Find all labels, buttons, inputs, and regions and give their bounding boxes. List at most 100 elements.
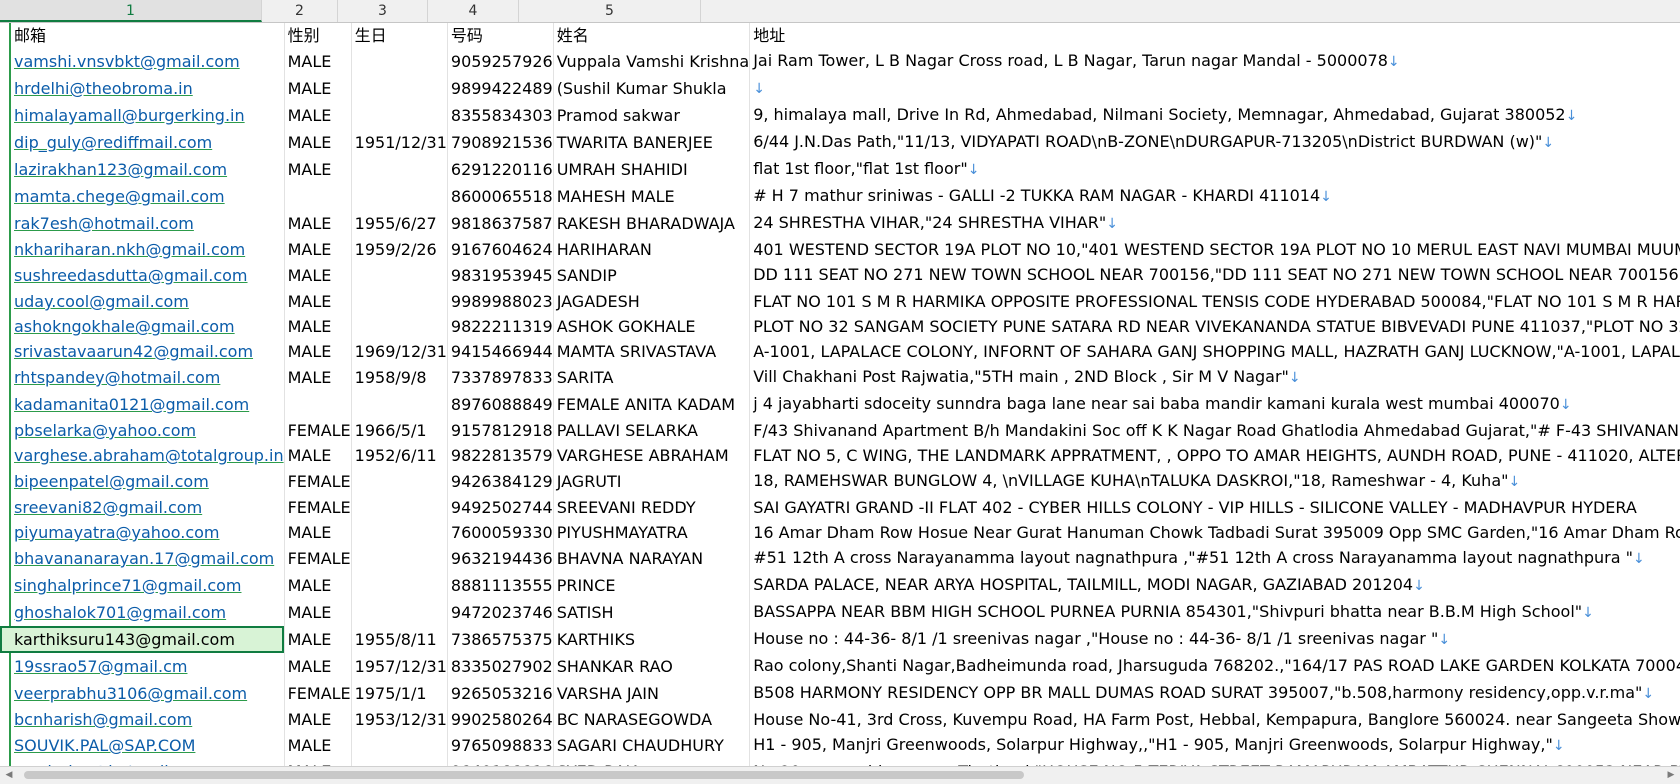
email-cell[interactable]: pbselarka@yahoo.com — [0, 418, 285, 443]
birthday-cell[interactable] — [351, 572, 448, 599]
birthday-cell[interactable]: 1955/8/11 — [351, 626, 448, 653]
email-cell[interactable]: ashokngokhale@gmail.com — [0, 314, 285, 339]
phone-cell[interactable]: 9831953945 — [447, 262, 554, 289]
name-cell[interactable]: UMRAH SHAHIDI — [553, 156, 751, 183]
birthday-cell[interactable] — [351, 289, 448, 314]
address-cell[interactable]: 6/44 J.N.Das Path,"11/13, VIDYAPATI ROAD… — [749, 129, 1680, 156]
phone-cell[interactable]: 9492502744 — [447, 495, 554, 520]
gender-cell[interactable]: MALE — [284, 626, 352, 653]
gender-cell[interactable]: MALE — [284, 759, 352, 766]
email-cell[interactable]: vamshi.vnsvbkt@gmail.com — [0, 48, 285, 75]
email-cell[interactable]: bhavananarayan.17@gmail.com — [0, 545, 285, 572]
gender-cell[interactable]: MALE — [284, 262, 352, 289]
birthday-cell[interactable]: 1966/5/1 — [351, 418, 448, 443]
email-cell[interactable]: syedrajaa@hotmail.com — [0, 759, 285, 766]
phone-cell[interactable]: 9632194436 — [447, 545, 554, 572]
birthday-cell[interactable] — [351, 75, 448, 102]
address-cell[interactable]: 401 WESTEND SECTOR 19A PLOT NO 10,"401 W… — [749, 237, 1680, 262]
birthday-cell[interactable] — [351, 102, 448, 129]
name-cell[interactable]: SYED RAJA — [553, 759, 751, 766]
address-cell[interactable]: F/43 Shivanand Apartment B/h Mandakini S… — [749, 418, 1680, 443]
birthday-cell[interactable] — [351, 759, 448, 766]
phone-cell[interactable]: 9765098833 — [447, 732, 554, 759]
address-cell[interactable]: House No-41, 3rd Cross, Kuvempu Road, HA… — [749, 707, 1680, 732]
name-cell[interactable]: SARITA — [553, 364, 751, 391]
gender-cell[interactable]: FEMALE — [284, 545, 352, 572]
phone-cell[interactable]: 9059257926 — [447, 48, 554, 75]
gender-cell[interactable]: MALE — [284, 732, 352, 759]
phone-cell[interactable]: 6291220116 — [447, 156, 554, 183]
gender-cell[interactable]: MALE — [284, 707, 352, 732]
gender-cell[interactable]: MALE — [284, 520, 352, 545]
column-header-3[interactable]: 3 — [338, 0, 428, 22]
name-cell[interactable]: HARIHARAN — [553, 237, 751, 262]
gender-cell[interactable]: MALE — [284, 572, 352, 599]
email-cell[interactable]: SOUVIK.PAL@SAP.COM — [0, 732, 285, 759]
gender-cell[interactable]: MALE — [284, 237, 352, 262]
horizontal-scrollbar[interactable]: ◀ ▶ — [0, 766, 1680, 784]
email-cell[interactable]: uday.cool@gmail.com — [0, 289, 285, 314]
gender-cell[interactable]: FEMALE — [284, 468, 352, 495]
birthday-cell[interactable] — [351, 468, 448, 495]
gender-cell[interactable]: MALE — [284, 653, 352, 680]
gender-cell[interactable]: MALE — [284, 129, 352, 156]
birthday-cell[interactable]: 1969/12/31 — [351, 339, 448, 364]
name-cell[interactable]: KARTHIKS — [553, 626, 751, 653]
header-cell[interactable]: 姓名 — [553, 23, 751, 48]
birthday-cell[interactable]: 1951/12/31 — [351, 129, 448, 156]
email-cell[interactable]: ghoshalok701@gmail.com — [0, 599, 285, 626]
name-cell[interactable]: (Sushil Kumar Shukla — [553, 75, 751, 102]
header-cell[interactable]: 生日 — [351, 23, 448, 48]
header-cell[interactable]: 邮箱 — [0, 23, 285, 48]
scrollbar-thumb[interactable] — [24, 771, 1024, 779]
birthday-cell[interactable] — [351, 520, 448, 545]
birthday-cell[interactable] — [351, 262, 448, 289]
gender-cell[interactable]: MALE — [284, 314, 352, 339]
phone-cell[interactable]: 9822813579 — [447, 443, 554, 468]
name-cell[interactable]: MAHESH MALE — [553, 183, 751, 210]
phone-cell[interactable]: 9822211319 — [447, 314, 554, 339]
column-header-5[interactable]: 5 — [519, 0, 701, 22]
address-cell[interactable]: Vill Chakhani Post Rajwatia,"5TH main , … — [749, 364, 1680, 391]
address-cell[interactable]: FLAT NO 5, C WING, THE LANDMARK APPRATME… — [749, 443, 1680, 468]
birthday-cell[interactable] — [351, 732, 448, 759]
gender-cell[interactable]: MALE — [284, 289, 352, 314]
address-cell[interactable]: SAI GAYATRI GRAND -II FLAT 402 - CYBER H… — [749, 495, 1680, 520]
phone-cell[interactable]: 8976088849 — [447, 391, 554, 418]
gender-cell[interactable]: MALE — [284, 443, 352, 468]
gender-cell[interactable]: MALE — [284, 364, 352, 391]
email-cell[interactable]: varghese.abraham@totalgroup.in — [0, 443, 285, 468]
email-cell[interactable]: karthiksuru143@gmail.com — [0, 626, 285, 653]
address-cell[interactable]: j 4 jayabharti sdoceity sunndra baga lan… — [749, 391, 1680, 418]
email-cell[interactable]: kadamanita0121@gmail.com — [0, 391, 285, 418]
address-cell[interactable]: FLAT NO 101 S M R HARMIKA OPPOSITE PROFE… — [749, 289, 1680, 314]
address-cell[interactable]: A-1001, LAPALACE COLONY, INFORNT OF SAHA… — [749, 339, 1680, 364]
phone-cell[interactable]: 7386575375 — [447, 626, 554, 653]
birthday-cell[interactable] — [351, 391, 448, 418]
address-cell[interactable]: 9, himalaya mall, Drive In Rd, Ahmedabad… — [749, 102, 1680, 129]
email-cell[interactable]: piyumayatra@yahoo.com — [0, 520, 285, 545]
gender-cell[interactable] — [284, 183, 352, 210]
email-cell[interactable]: bipeenpatel@gmail.com — [0, 468, 285, 495]
phone-cell[interactable]: 7337897833 — [447, 364, 554, 391]
phone-cell[interactable]: 9902580264 — [447, 707, 554, 732]
email-cell[interactable]: lazirakhan123@gmail.com — [0, 156, 285, 183]
name-cell[interactable]: PRINCE — [553, 572, 751, 599]
email-cell[interactable]: sreevani82@gmail.com — [0, 495, 285, 520]
email-cell[interactable]: hrdelhi@theobroma.in — [0, 75, 285, 102]
name-cell[interactable]: PALLAVI SELARKA — [553, 418, 751, 443]
phone-cell[interactable]: 8335027902 — [447, 653, 554, 680]
birthday-cell[interactable] — [351, 314, 448, 339]
scroll-right-icon[interactable]: ▶ — [1666, 770, 1676, 780]
address-cell[interactable]: ↓ — [749, 75, 1680, 102]
address-cell[interactable]: SARDA PALACE, NEAR ARYA HOSPITAL, TAILMI… — [749, 572, 1680, 599]
birthday-cell[interactable]: 1959/2/26 — [351, 237, 448, 262]
birthday-cell[interactable] — [351, 156, 448, 183]
name-cell[interactable]: Vuppala Vamshi Krishna — [553, 48, 751, 75]
gender-cell[interactable]: MALE — [284, 102, 352, 129]
email-cell[interactable]: veerprabhu3106@gmail.com — [0, 680, 285, 707]
header-cell[interactable]: 地址 — [749, 23, 1680, 48]
name-cell[interactable]: JAGRUTI — [553, 468, 751, 495]
address-cell[interactable]: DD 111 SEAT NO 271 NEW TOWN SCHOOL NEAR … — [749, 262, 1680, 289]
phone-cell[interactable]: 9265053216 — [447, 680, 554, 707]
